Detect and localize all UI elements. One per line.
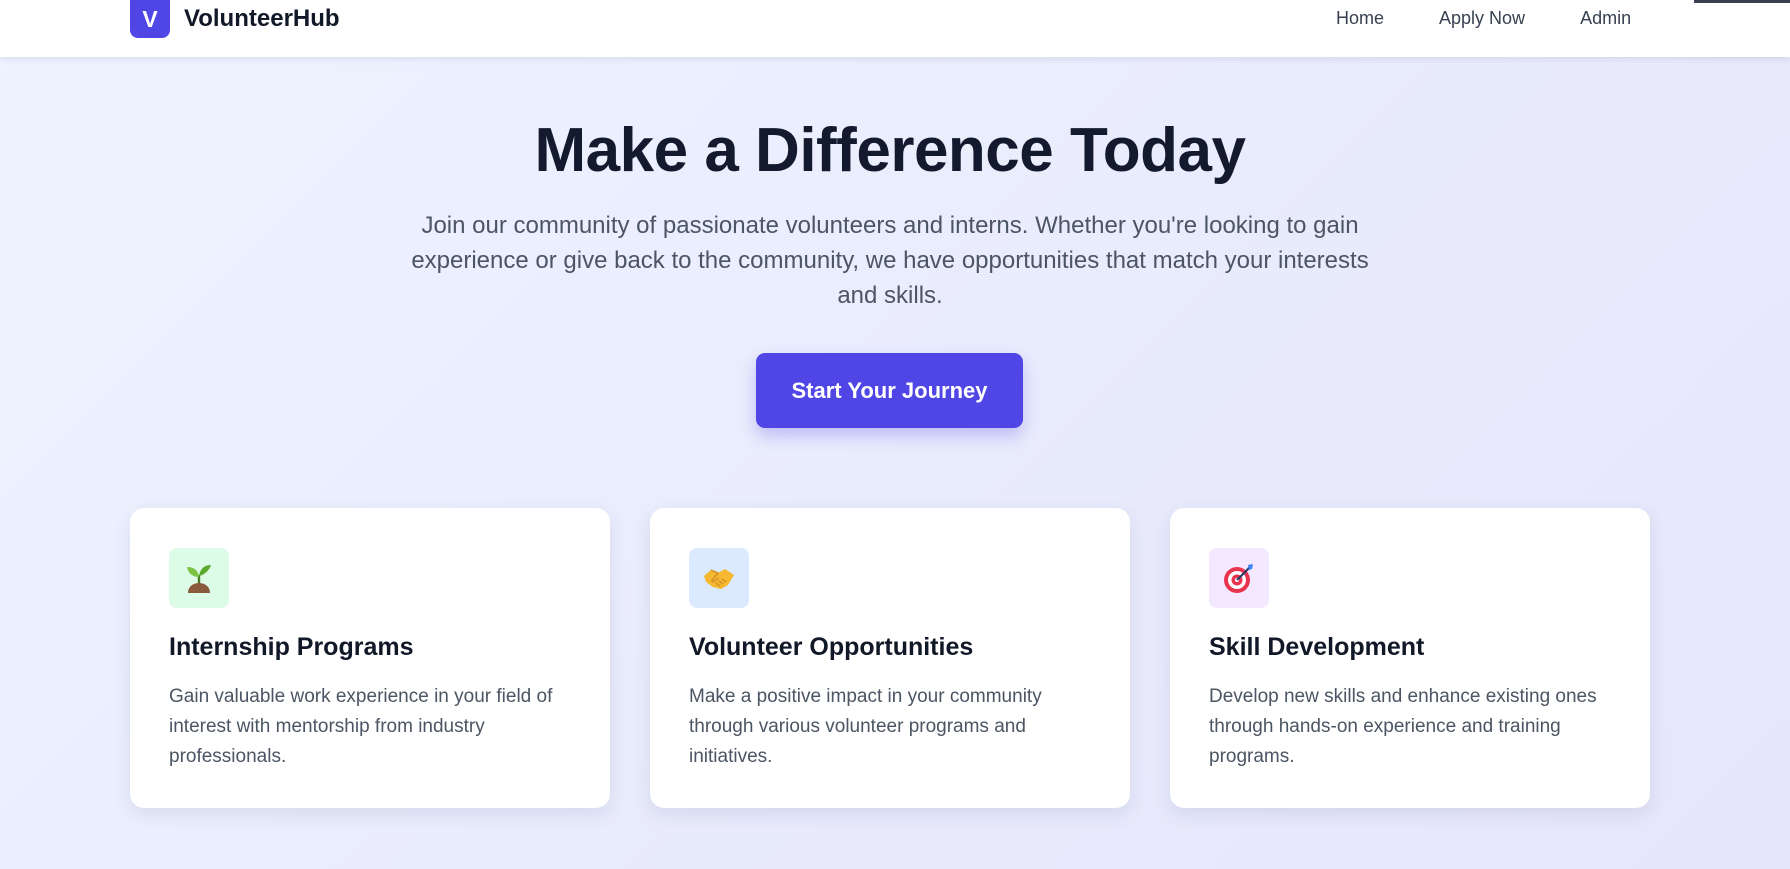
feature-card-volunteer: Volunteer Opportunities Make a positive … <box>650 508 1130 808</box>
card-description: Develop new skills and enhance existing … <box>1209 686 1597 767</box>
card-description: Make a positive impact in your community… <box>689 686 1042 767</box>
logo-icon: V <box>130 0 170 38</box>
feature-card-skills: Skill Development Develop new skills and… <box>1170 508 1650 808</box>
nav-links: Home Apply Now Admin <box>1336 8 1686 29</box>
handshake-icon <box>689 548 749 608</box>
seedling-icon <box>169 548 229 608</box>
navbar: V VolunteerHub Home Apply Now Admin <box>0 0 1790 57</box>
target-icon <box>1209 548 1269 608</box>
nav-corner-divider <box>1694 0 1790 3</box>
nav-link-apply-now[interactable]: Apply Now <box>1439 8 1525 29</box>
nav-link-admin[interactable]: Admin <box>1580 8 1631 29</box>
hero-title: Make a Difference Today <box>534 116 1246 185</box>
card-title: Skill Development <box>1209 633 1425 661</box>
start-journey-button[interactable]: Start Your Journey <box>756 353 1023 428</box>
nav-link-home[interactable]: Home <box>1336 8 1384 29</box>
feature-card-internship: Internship Programs Gain valuable work e… <box>130 508 610 808</box>
brand-name: VolunteerHub <box>184 5 340 32</box>
card-description: Gain valuable work experience in your fi… <box>169 686 553 767</box>
card-title: Volunteer Opportunities <box>689 633 974 661</box>
hero-subtitle: Join our community of passionate volunte… <box>411 212 1369 309</box>
brand[interactable]: V VolunteerHub <box>130 0 340 38</box>
card-title: Internship Programs <box>169 633 414 661</box>
